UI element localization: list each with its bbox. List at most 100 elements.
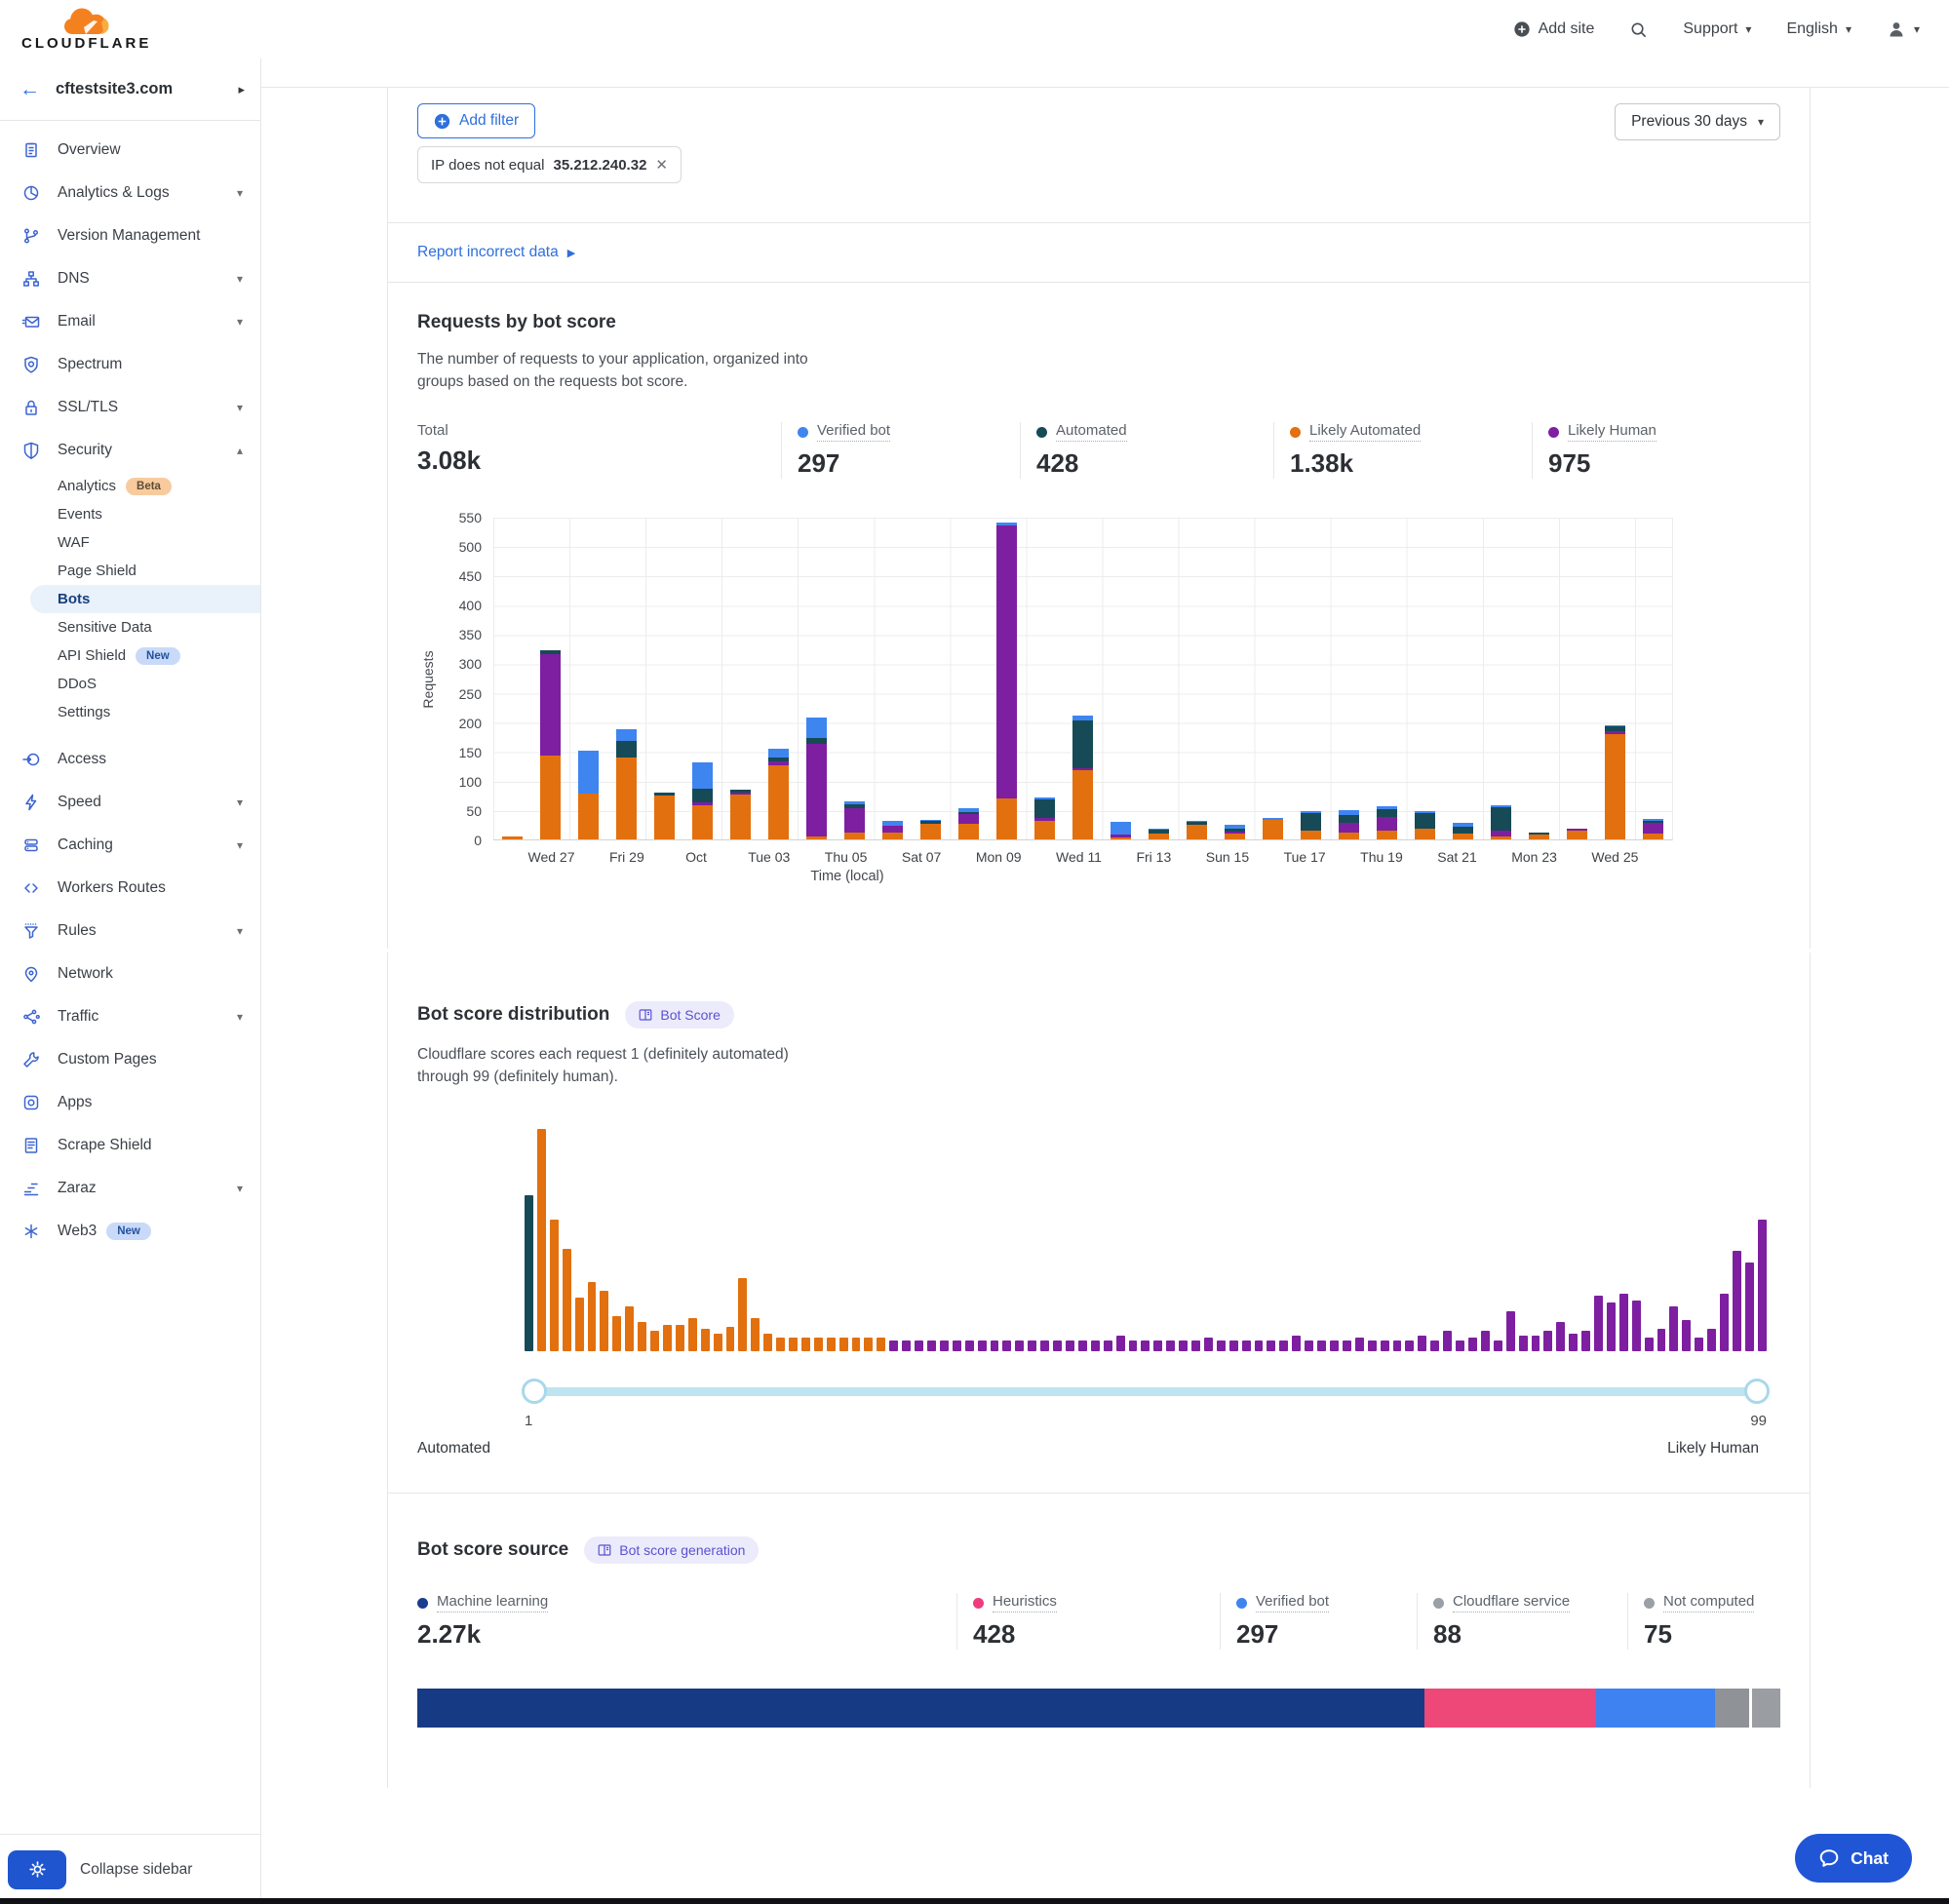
sidebar-item-web3[interactable]: Web3New xyxy=(0,1210,260,1253)
sidebar-item-rules[interactable]: Rules▾ xyxy=(0,910,260,952)
site-name[interactable]: cftestsite3.com xyxy=(56,80,238,98)
chevron-right-icon[interactable]: ▸ xyxy=(238,82,245,97)
histogram-bar xyxy=(1217,1341,1226,1351)
sidebar-item-speed[interactable]: Speed▾ xyxy=(0,781,260,824)
add-filter-button[interactable]: Add filter xyxy=(417,103,535,138)
score-range-slider xyxy=(525,1379,1767,1404)
x-tick xyxy=(714,849,748,865)
sidebar-nav: OverviewAnalytics & Logs▾Version Managem… xyxy=(0,121,260,1834)
sidebar-item-custom-pages[interactable]: Custom Pages xyxy=(0,1038,260,1081)
stat-label[interactable]: Cloudflare service xyxy=(1453,1593,1570,1613)
chevron-down-icon: ▾ xyxy=(1846,22,1852,36)
collapse-sidebar-label[interactable]: Collapse sidebar xyxy=(80,1861,192,1879)
back-arrow-icon[interactable]: ← xyxy=(19,78,40,101)
sidebar-item-ssl-tls[interactable]: SSL/TLS▾ xyxy=(0,386,260,429)
x-axis-labels: Wed 27Fri 29OctTue 03Thu 05Sat 07Mon 09W… xyxy=(493,849,1673,865)
sidebar-item-settings[interactable]: Settings xyxy=(0,698,260,726)
chat-bubble-icon xyxy=(1818,1847,1840,1869)
slider-handle-max[interactable] xyxy=(1744,1379,1770,1404)
sidebar-item-email[interactable]: Email▾ xyxy=(0,300,260,343)
remove-filter-icon[interactable]: ✕ xyxy=(655,156,668,174)
sidebar-item-page-shield[interactable]: Page Shield xyxy=(0,557,260,585)
sidebar-item-security[interactable]: Security▴ xyxy=(0,429,260,472)
bar-segment-likely-automated xyxy=(540,756,561,839)
histogram-bar xyxy=(953,1341,961,1351)
sidebar-item-version-management[interactable]: Version Management xyxy=(0,214,260,257)
add-site-button[interactable]: Add site xyxy=(1513,20,1595,38)
sidebar-item-label: API Shield xyxy=(58,647,126,664)
bar-segment-likely-automated xyxy=(768,765,789,839)
sidebar-item-ddos[interactable]: DDoS xyxy=(0,670,260,698)
sidebar-item-workers-routes[interactable]: Workers Routes xyxy=(0,867,260,910)
bot-score-generation-badge[interactable]: Bot score generation xyxy=(584,1536,759,1564)
sidebar-item-network[interactable]: Network xyxy=(0,952,260,995)
sidebar-item-dns[interactable]: DNS▾ xyxy=(0,257,260,300)
bot-score-badge[interactable]: Bot Score xyxy=(625,1001,733,1029)
slider-track[interactable] xyxy=(525,1387,1767,1396)
sidebar-item-zaraz[interactable]: Zaraz▾ xyxy=(0,1167,260,1210)
chevron-down-icon: ▾ xyxy=(1758,115,1764,129)
stat-label[interactable]: Automated xyxy=(1056,422,1127,442)
sidebar-item-sensitive-data[interactable]: Sensitive Data xyxy=(0,613,260,641)
filter-chip[interactable]: IP does not equal 35.212.240.32 ✕ xyxy=(417,146,682,183)
sidebar-item-events[interactable]: Events xyxy=(0,500,260,528)
stat-label[interactable]: Likely Human xyxy=(1568,422,1657,442)
sidebar-item-bots[interactable]: Bots xyxy=(30,585,260,613)
sidebar-item-analytics-logs[interactable]: Analytics & Logs▾ xyxy=(0,172,260,214)
sidebar-item-label: Sensitive Data xyxy=(58,619,152,636)
time-range-dropdown[interactable]: Previous 30 days ▾ xyxy=(1615,103,1780,140)
histogram-bar xyxy=(1669,1306,1678,1351)
sidebar-item-traffic[interactable]: Traffic▾ xyxy=(0,995,260,1038)
sidebar-item-apps[interactable]: Apps xyxy=(0,1081,260,1124)
new-badge: New xyxy=(136,647,180,665)
stat-label[interactable]: Verified bot xyxy=(1256,1593,1329,1613)
slider-handle-min[interactable] xyxy=(522,1379,547,1404)
y-tick: 200 xyxy=(459,716,482,731)
stat-label[interactable]: Machine learning xyxy=(437,1593,548,1613)
bar-segment-likely-automated xyxy=(920,824,941,839)
stat-machine-learning: Machine learning2.27k xyxy=(417,1593,956,1650)
bar-segment-verified-bot xyxy=(1111,822,1131,835)
language-menu[interactable]: English ▾ xyxy=(1786,20,1852,38)
settings-gear-button[interactable] xyxy=(8,1850,66,1889)
stat-label[interactable]: Not computed xyxy=(1663,1593,1754,1613)
stat-label[interactable]: Likely Automated xyxy=(1309,422,1421,442)
chat-button[interactable]: Chat xyxy=(1795,1834,1912,1883)
security-icon xyxy=(21,441,41,460)
stat-label[interactable]: Heuristics xyxy=(993,1593,1057,1613)
histogram-bar xyxy=(1368,1341,1377,1351)
account-menu[interactable]: ▾ xyxy=(1887,19,1920,39)
y-tick: 350 xyxy=(459,627,482,642)
histogram-bar xyxy=(1028,1341,1036,1351)
bar-segment-likely-automated xyxy=(654,796,675,839)
sidebar-item-analytics[interactable]: AnalyticsBeta xyxy=(0,472,260,500)
caching-icon xyxy=(21,835,41,855)
bar-segment-verified-bot xyxy=(806,718,827,738)
bar-segment-likely-automated xyxy=(1643,834,1663,839)
slider-captions: Automated Likely Human xyxy=(417,1440,1780,1493)
stacked-bar xyxy=(616,729,637,839)
sidebar-item-api-shield[interactable]: API Shield New xyxy=(0,641,260,670)
histogram-bar xyxy=(625,1306,634,1351)
sidebar-item-label: WAF xyxy=(58,534,90,551)
sidebar-item-caching[interactable]: Caching▾ xyxy=(0,824,260,867)
bar-segment-automated xyxy=(1453,827,1473,834)
cloudflare-logo[interactable]: CLOUDFLARE xyxy=(21,8,151,51)
report-incorrect-data-link[interactable]: Report incorrect data ▶ xyxy=(388,222,1810,282)
histogram-bar xyxy=(701,1329,710,1351)
sidebar-item-waf[interactable]: WAF xyxy=(0,528,260,557)
search-icon[interactable] xyxy=(1629,20,1648,39)
sidebar-item-overview[interactable]: Overview xyxy=(0,129,260,172)
site-header: ← cftestsite3.com ▸ xyxy=(0,58,260,121)
stat-label[interactable]: Verified bot xyxy=(817,422,890,442)
histogram-bar xyxy=(1078,1341,1087,1351)
sidebar-item-spectrum[interactable]: Spectrum xyxy=(0,343,260,386)
sidebar-item-access[interactable]: Access xyxy=(0,738,260,781)
x-tick xyxy=(1403,849,1437,865)
x-tick: Thu 19 xyxy=(1360,849,1403,865)
x-tick: Thu 05 xyxy=(825,849,868,865)
support-menu[interactable]: Support ▾ xyxy=(1683,20,1751,38)
chevron-down-icon: ▾ xyxy=(1914,22,1920,36)
bar-segment-likely-automated xyxy=(1072,770,1093,839)
sidebar-item-scrape-shield[interactable]: Scrape Shield xyxy=(0,1124,260,1167)
